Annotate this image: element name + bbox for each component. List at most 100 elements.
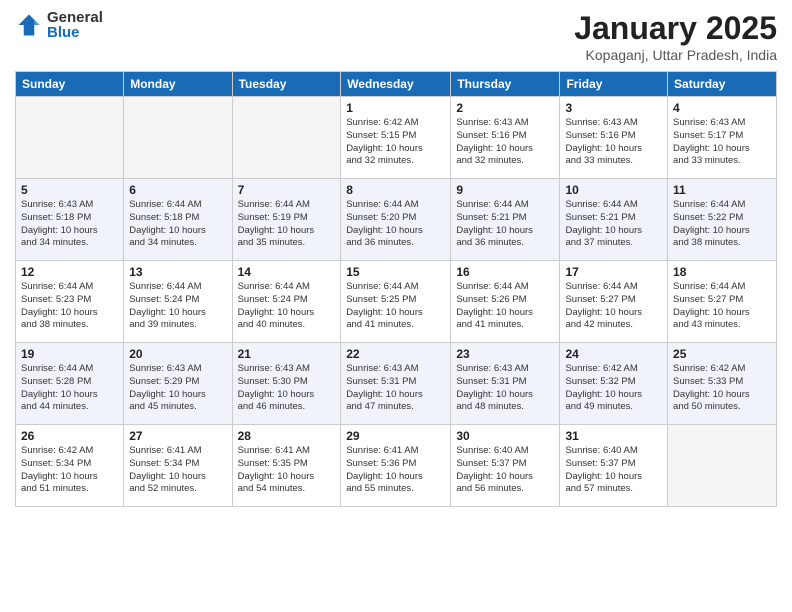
day-number: 18 <box>673 265 771 279</box>
calendar-week-row: 26 Sunrise: 6:42 AM Sunset: 5:34 PM Dayli… <box>16 425 777 507</box>
calendar-cell <box>232 97 341 179</box>
calendar-cell: 23 Sunrise: 6:43 AM Sunset: 5:31 PM Dayli… <box>451 343 560 425</box>
calendar-cell: 26 Sunrise: 6:42 AM Sunset: 5:34 PM Dayli… <box>16 425 124 507</box>
calendar-header-row: SundayMondayTuesdayWednesdayThursdayFrid… <box>16 72 777 97</box>
day-number: 21 <box>238 347 336 361</box>
title-month: January 2025 <box>574 10 777 47</box>
day-info: Sunrise: 6:43 AM Sunset: 5:31 PM Dayligh… <box>346 363 445 414</box>
day-info: Sunrise: 6:42 AM Sunset: 5:32 PM Dayligh… <box>565 363 662 414</box>
weekday-header-monday: Monday <box>124 72 232 97</box>
day-info: Sunrise: 6:42 AM Sunset: 5:33 PM Dayligh… <box>673 363 771 414</box>
day-info: Sunrise: 6:43 AM Sunset: 5:18 PM Dayligh… <box>21 199 118 250</box>
day-info: Sunrise: 6:44 AM Sunset: 5:26 PM Dayligh… <box>456 281 554 332</box>
header: General Blue January 2025 Kopaganj, Utta… <box>15 10 777 63</box>
day-info: Sunrise: 6:44 AM Sunset: 5:24 PM Dayligh… <box>129 281 226 332</box>
logo-text: General Blue <box>47 10 103 40</box>
calendar-cell: 21Sunrise: 6:43 AM Sunset: 5:30 PM Dayli… <box>232 343 341 425</box>
weekday-header-wednesday: Wednesday <box>341 72 451 97</box>
calendar-cell: 17Sunrise: 6:44 AM Sunset: 5:27 PM Dayli… <box>560 261 668 343</box>
day-number: 1 <box>346 101 445 115</box>
day-number: 19 <box>21 347 118 361</box>
calendar-cell: 6Sunrise: 6:44 AM Sunset: 5:18 PM Daylig… <box>124 179 232 261</box>
day-number: 3 <box>565 101 662 115</box>
day-number: 25 <box>673 347 771 361</box>
day-info: Sunrise: 6:40 AM Sunset: 5:37 PM Dayligh… <box>456 445 554 496</box>
calendar-cell: 28 Sunrise: 6:41 AM Sunset: 5:35 PM Dayli… <box>232 425 341 507</box>
day-info: Sunrise: 6:40 AM Sunset: 5:37 PM Dayligh… <box>565 445 662 496</box>
calendar-cell: 5 Sunrise: 6:43 AM Sunset: 5:18 PM Daylig… <box>16 179 124 261</box>
day-info: Sunrise: 6:42 AM Sunset: 5:34 PM Dayligh… <box>21 445 118 496</box>
day-info: Sunrise: 6:44 AM Sunset: 5:24 PM Dayligh… <box>238 281 336 332</box>
day-info: Sunrise: 6:43 AM Sunset: 5:31 PM Dayligh… <box>456 363 554 414</box>
day-number: 6 <box>129 183 226 197</box>
day-info: Sunrise: 6:44 AM Sunset: 5:27 PM Dayligh… <box>673 281 771 332</box>
calendar-cell: 29 Sunrise: 6:41 AM Sunset: 5:36 PM Dayli… <box>341 425 451 507</box>
day-info: Sunrise: 6:41 AM Sunset: 5:36 PM Dayligh… <box>346 445 445 496</box>
day-number: 2 <box>456 101 554 115</box>
calendar-cell: 19Sunrise: 6:44 AM Sunset: 5:28 PM Dayli… <box>16 343 124 425</box>
calendar-cell: 14 Sunrise: 6:44 AM Sunset: 5:24 PM Dayli… <box>232 261 341 343</box>
day-number: 28 <box>238 429 336 443</box>
day-number: 27 <box>129 429 226 443</box>
logo-icon <box>15 11 43 39</box>
day-number: 26 <box>21 429 118 443</box>
weekday-header-thursday: Thursday <box>451 72 560 97</box>
day-info: Sunrise: 6:44 AM Sunset: 5:27 PM Dayligh… <box>565 281 662 332</box>
calendar-cell: 20 Sunrise: 6:43 AM Sunset: 5:29 PM Dayli… <box>124 343 232 425</box>
calendar-cell: 1 Sunrise: 6:42 AM Sunset: 5:15 PM Daylig… <box>341 97 451 179</box>
calendar-cell: 24Sunrise: 6:42 AM Sunset: 5:32 PM Dayli… <box>560 343 668 425</box>
day-info: Sunrise: 6:44 AM Sunset: 5:21 PM Dayligh… <box>565 199 662 250</box>
day-info: Sunrise: 6:43 AM Sunset: 5:17 PM Dayligh… <box>673 117 771 168</box>
calendar-cell: 30 Sunrise: 6:40 AM Sunset: 5:37 PM Dayli… <box>451 425 560 507</box>
day-info: Sunrise: 6:43 AM Sunset: 5:29 PM Dayligh… <box>129 363 226 414</box>
calendar-week-row: 1 Sunrise: 6:42 AM Sunset: 5:15 PM Daylig… <box>16 97 777 179</box>
calendar-cell: 15 Sunrise: 6:44 AM Sunset: 5:25 PM Dayli… <box>341 261 451 343</box>
day-number: 20 <box>129 347 226 361</box>
weekday-header-friday: Friday <box>560 72 668 97</box>
title-location: Kopaganj, Uttar Pradesh, India <box>574 47 777 63</box>
day-number: 29 <box>346 429 445 443</box>
calendar-week-row: 19Sunrise: 6:44 AM Sunset: 5:28 PM Dayli… <box>16 343 777 425</box>
day-info: Sunrise: 6:41 AM Sunset: 5:35 PM Dayligh… <box>238 445 336 496</box>
calendar-cell <box>668 425 777 507</box>
day-info: Sunrise: 6:44 AM Sunset: 5:23 PM Dayligh… <box>21 281 118 332</box>
calendar-cell: 22 Sunrise: 6:43 AM Sunset: 5:31 PM Dayli… <box>341 343 451 425</box>
day-number: 4 <box>673 101 771 115</box>
page: General Blue January 2025 Kopaganj, Utta… <box>0 0 792 612</box>
day-number: 13 <box>129 265 226 279</box>
weekday-header-saturday: Saturday <box>668 72 777 97</box>
day-info: Sunrise: 6:44 AM Sunset: 5:22 PM Dayligh… <box>673 199 771 250</box>
calendar-cell: 3Sunrise: 6:43 AM Sunset: 5:16 PM Daylig… <box>560 97 668 179</box>
title-block: January 2025 Kopaganj, Uttar Pradesh, In… <box>574 10 777 63</box>
calendar-table: SundayMondayTuesdayWednesdayThursdayFrid… <box>15 71 777 507</box>
day-info: Sunrise: 6:41 AM Sunset: 5:34 PM Dayligh… <box>129 445 226 496</box>
day-info: Sunrise: 6:44 AM Sunset: 5:25 PM Dayligh… <box>346 281 445 332</box>
calendar-cell: 16Sunrise: 6:44 AM Sunset: 5:26 PM Dayli… <box>451 261 560 343</box>
calendar-cell: 8Sunrise: 6:44 AM Sunset: 5:20 PM Daylig… <box>341 179 451 261</box>
day-number: 5 <box>21 183 118 197</box>
calendar-week-row: 5 Sunrise: 6:43 AM Sunset: 5:18 PM Daylig… <box>16 179 777 261</box>
calendar-cell: 4 Sunrise: 6:43 AM Sunset: 5:17 PM Daylig… <box>668 97 777 179</box>
calendar-cell: 7 Sunrise: 6:44 AM Sunset: 5:19 PM Daylig… <box>232 179 341 261</box>
day-number: 22 <box>346 347 445 361</box>
day-info: Sunrise: 6:42 AM Sunset: 5:15 PM Dayligh… <box>346 117 445 168</box>
day-number: 15 <box>346 265 445 279</box>
calendar-cell <box>124 97 232 179</box>
calendar-cell: 31Sunrise: 6:40 AM Sunset: 5:37 PM Dayli… <box>560 425 668 507</box>
logo-general-label: General <box>47 10 103 25</box>
day-number: 14 <box>238 265 336 279</box>
calendar-cell: 18 Sunrise: 6:44 AM Sunset: 5:27 PM Dayli… <box>668 261 777 343</box>
calendar-week-row: 12Sunrise: 6:44 AM Sunset: 5:23 PM Dayli… <box>16 261 777 343</box>
day-info: Sunrise: 6:44 AM Sunset: 5:19 PM Dayligh… <box>238 199 336 250</box>
calendar-cell: 9Sunrise: 6:44 AM Sunset: 5:21 PM Daylig… <box>451 179 560 261</box>
weekday-header-tuesday: Tuesday <box>232 72 341 97</box>
day-number: 7 <box>238 183 336 197</box>
day-number: 23 <box>456 347 554 361</box>
calendar-cell: 2Sunrise: 6:43 AM Sunset: 5:16 PM Daylig… <box>451 97 560 179</box>
calendar-cell: 11 Sunrise: 6:44 AM Sunset: 5:22 PM Dayli… <box>668 179 777 261</box>
weekday-header-sunday: Sunday <box>16 72 124 97</box>
calendar-cell: 12Sunrise: 6:44 AM Sunset: 5:23 PM Dayli… <box>16 261 124 343</box>
day-number: 30 <box>456 429 554 443</box>
calendar-cell <box>16 97 124 179</box>
day-number: 11 <box>673 183 771 197</box>
